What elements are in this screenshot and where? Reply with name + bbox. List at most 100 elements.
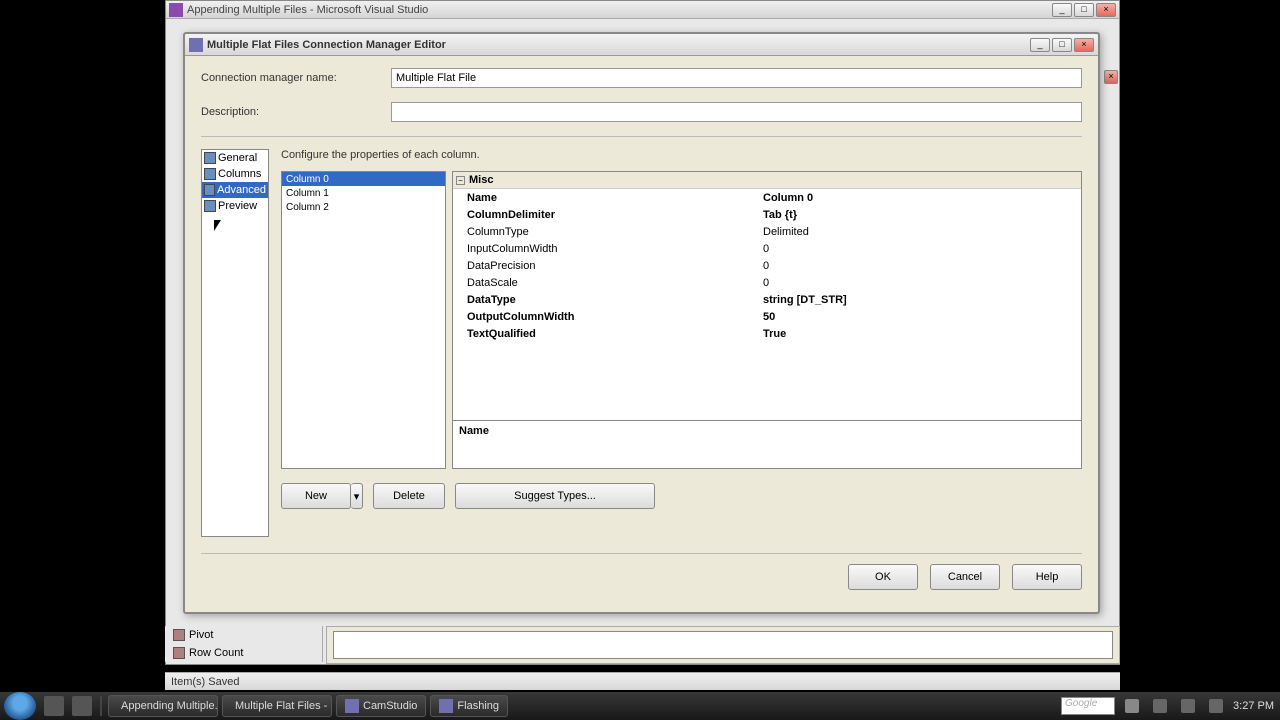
property-row[interactable]: OutputColumnWidth50 xyxy=(453,308,1081,325)
property-value[interactable]: Column 0 xyxy=(759,192,1081,204)
conn-name-label: Connection manager name: xyxy=(201,72,391,84)
property-row[interactable]: TextQualifiedTrue xyxy=(453,325,1081,342)
property-row[interactable]: InputColumnWidth0 xyxy=(453,240,1081,257)
editor-close-button[interactable]: × xyxy=(1074,38,1094,52)
connection-manager-editor: Multiple Flat Files Connection Manager E… xyxy=(183,32,1100,614)
nav-label: Columns xyxy=(218,168,261,180)
toolbox-panel: Pivot Row Count xyxy=(165,626,323,662)
nav-item-columns[interactable]: Columns xyxy=(202,166,268,182)
taskbar-task[interactable]: Multiple Flat Files - ... xyxy=(222,695,332,717)
help-button[interactable]: Help xyxy=(1012,564,1082,590)
conn-name-input[interactable] xyxy=(391,68,1082,88)
status-text: Item(s) Saved xyxy=(171,676,239,688)
column-list[interactable]: Column 0Column 1Column 2 xyxy=(281,171,446,469)
property-value[interactable]: 0 xyxy=(759,260,1081,272)
clock[interactable]: 3:27 PM xyxy=(1233,700,1274,712)
property-value[interactable]: True xyxy=(759,328,1081,340)
vs-icon xyxy=(169,3,183,17)
pivot-icon xyxy=(173,629,185,641)
panel-close-button[interactable]: × xyxy=(1104,70,1118,84)
nav-item-general[interactable]: General xyxy=(202,150,268,166)
property-key: ColumnDelimiter xyxy=(453,209,759,221)
column-item[interactable]: Column 2 xyxy=(282,200,445,214)
property-value[interactable]: Tab {t} xyxy=(759,209,1081,221)
taskbar-task[interactable]: CamStudio xyxy=(336,695,426,717)
property-value[interactable]: 0 xyxy=(759,277,1081,289)
column-item[interactable]: Column 1 xyxy=(282,186,445,200)
property-value[interactable]: 0 xyxy=(759,243,1081,255)
nav-label: Preview xyxy=(218,200,257,212)
ok-button[interactable]: OK xyxy=(848,564,918,590)
desktop-search-input[interactable]: Google xyxy=(1061,697,1115,715)
suggest-types-button[interactable]: Suggest Types... xyxy=(455,483,655,509)
category-expander-icon[interactable]: − xyxy=(456,176,465,185)
nav-item-preview[interactable]: Preview xyxy=(202,198,268,214)
editor-titlebar[interactable]: Multiple Flat Files Connection Manager E… xyxy=(185,34,1098,56)
quicklaunch-icon[interactable] xyxy=(44,696,64,716)
nav-label: Advanced xyxy=(217,184,266,196)
taskbar-task[interactable]: Appending Multiple... xyxy=(108,695,218,717)
task-label: CamStudio xyxy=(363,700,417,712)
category-name: Misc xyxy=(469,174,493,186)
task-label: Flashing xyxy=(457,700,499,712)
start-button[interactable] xyxy=(4,692,36,720)
property-key: TextQualified xyxy=(453,328,759,340)
editor-title: Multiple Flat Files Connection Manager E… xyxy=(207,39,1030,51)
property-value[interactable]: string [DT_STR] xyxy=(759,294,1081,306)
editor-maximize-button[interactable]: □ xyxy=(1052,38,1072,52)
vs-titlebar[interactable]: Appending Multiple Files - Microsoft Vis… xyxy=(166,1,1119,19)
task-label: Appending Multiple... xyxy=(121,700,218,712)
property-key: Name xyxy=(453,192,759,204)
new-button[interactable]: New xyxy=(281,483,351,509)
toolbox-item-pivot[interactable]: Pivot xyxy=(165,626,322,644)
page-icon xyxy=(204,168,216,180)
property-row[interactable]: DataPrecision0 xyxy=(453,257,1081,274)
page-icon xyxy=(204,184,215,196)
property-key: DataType xyxy=(453,294,759,306)
description-input[interactable] xyxy=(391,102,1082,122)
rowcount-icon xyxy=(173,647,185,659)
property-row[interactable]: DataTypestring [DT_STR] xyxy=(453,291,1081,308)
property-row[interactable]: DataScale0 xyxy=(453,274,1081,291)
editor-minimize-button[interactable]: _ xyxy=(1030,38,1050,52)
content-hint: Configure the properties of each column. xyxy=(281,149,1082,161)
nav-panel: General Columns Advanced Preview xyxy=(201,149,269,537)
vs-close-button[interactable]: × xyxy=(1096,3,1116,17)
vs-minimize-button[interactable]: _ xyxy=(1052,3,1072,17)
property-value[interactable]: 50 xyxy=(759,311,1081,323)
property-key: OutputColumnWidth xyxy=(453,311,759,323)
property-grid: − Misc NameColumn 0ColumnDelimiterTab {t… xyxy=(452,171,1082,469)
taskbar-task[interactable]: Flashing xyxy=(430,695,508,717)
new-dropdown-button[interactable]: ▾ xyxy=(351,483,363,509)
quicklaunch-icon[interactable] xyxy=(72,696,92,716)
task-label: Multiple Flat Files - ... xyxy=(235,700,332,712)
property-row[interactable]: NameColumn 0 xyxy=(453,189,1081,206)
property-category[interactable]: − Misc xyxy=(453,172,1081,189)
vs-maximize-button[interactable]: □ xyxy=(1074,3,1094,17)
taskbar-separator xyxy=(100,696,102,716)
description-label: Description: xyxy=(201,106,391,118)
page-icon xyxy=(204,200,216,212)
cancel-button[interactable]: Cancel xyxy=(930,564,1000,590)
task-icon xyxy=(345,699,359,713)
tray-icon[interactable] xyxy=(1153,699,1167,713)
toolbox-item-rowcount[interactable]: Row Count xyxy=(165,644,322,662)
editor-icon xyxy=(189,38,203,52)
task-icon xyxy=(439,699,453,713)
property-description: Name xyxy=(453,420,1081,468)
property-row[interactable]: ColumnDelimiterTab {t} xyxy=(453,206,1081,223)
lower-panel-inner xyxy=(333,631,1113,659)
nav-label: General xyxy=(218,152,257,164)
property-key: InputColumnWidth xyxy=(453,243,759,255)
delete-button[interactable]: Delete xyxy=(373,483,445,509)
column-item[interactable]: Column 0 xyxy=(282,172,445,186)
search-icon[interactable] xyxy=(1125,699,1139,713)
tray-icon[interactable] xyxy=(1181,699,1195,713)
property-value[interactable]: Delimited xyxy=(759,226,1081,238)
toolbox-label: Pivot xyxy=(189,629,213,641)
taskbar: Appending Multiple... Multiple Flat Files… xyxy=(0,692,1280,720)
property-key: DataScale xyxy=(453,277,759,289)
property-row[interactable]: ColumnTypeDelimited xyxy=(453,223,1081,240)
nav-item-advanced[interactable]: Advanced xyxy=(202,182,268,198)
tray-icon[interactable] xyxy=(1209,699,1223,713)
